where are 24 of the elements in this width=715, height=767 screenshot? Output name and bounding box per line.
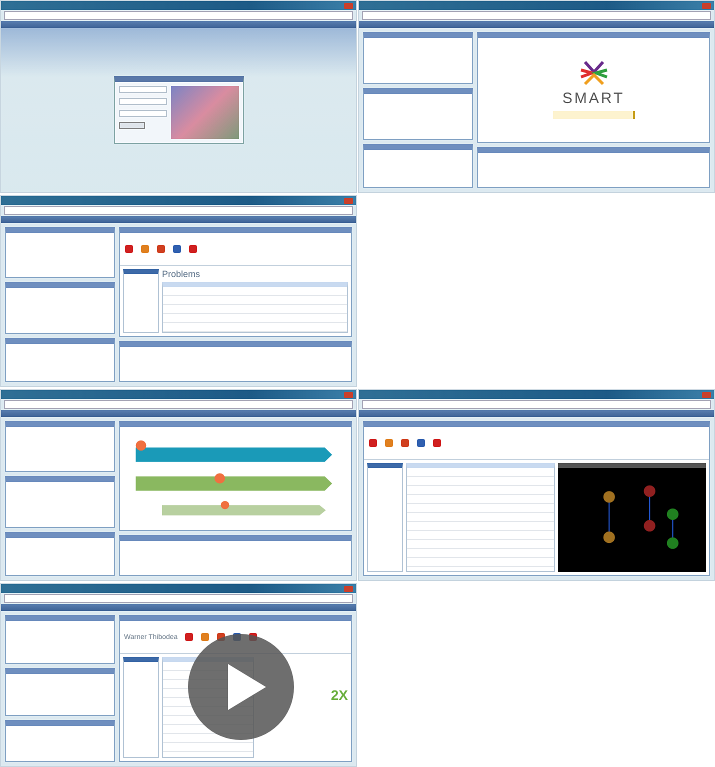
nav-list — [123, 269, 159, 333]
address-bar[interactable] — [4, 206, 353, 215]
percent-label: 2X — [330, 687, 348, 703]
graph-node — [602, 491, 614, 503]
input-field[interactable] — [118, 110, 166, 117]
graph-node — [666, 537, 678, 549]
logo-text: SMART — [562, 90, 625, 108]
graph-node — [666, 508, 678, 520]
input-field[interactable] — [118, 86, 166, 93]
graph-node — [643, 485, 655, 497]
graph-node — [643, 520, 655, 532]
section-heading: Problems — [162, 269, 202, 279]
graph-node — [602, 532, 614, 544]
address-bar[interactable] — [362, 11, 711, 20]
login-button[interactable] — [118, 122, 144, 129]
address-bar[interactable] — [362, 400, 711, 409]
address-bar[interactable] — [4, 594, 353, 603]
address-bar[interactable] — [4, 400, 353, 409]
app-icon[interactable] — [184, 632, 194, 642]
address-bar[interactable] — [4, 11, 353, 20]
photo-placeholder — [170, 86, 238, 139]
input-field[interactable] — [118, 98, 166, 105]
star-logo-icon — [578, 60, 608, 86]
play-button-icon[interactable] — [186, 632, 296, 742]
